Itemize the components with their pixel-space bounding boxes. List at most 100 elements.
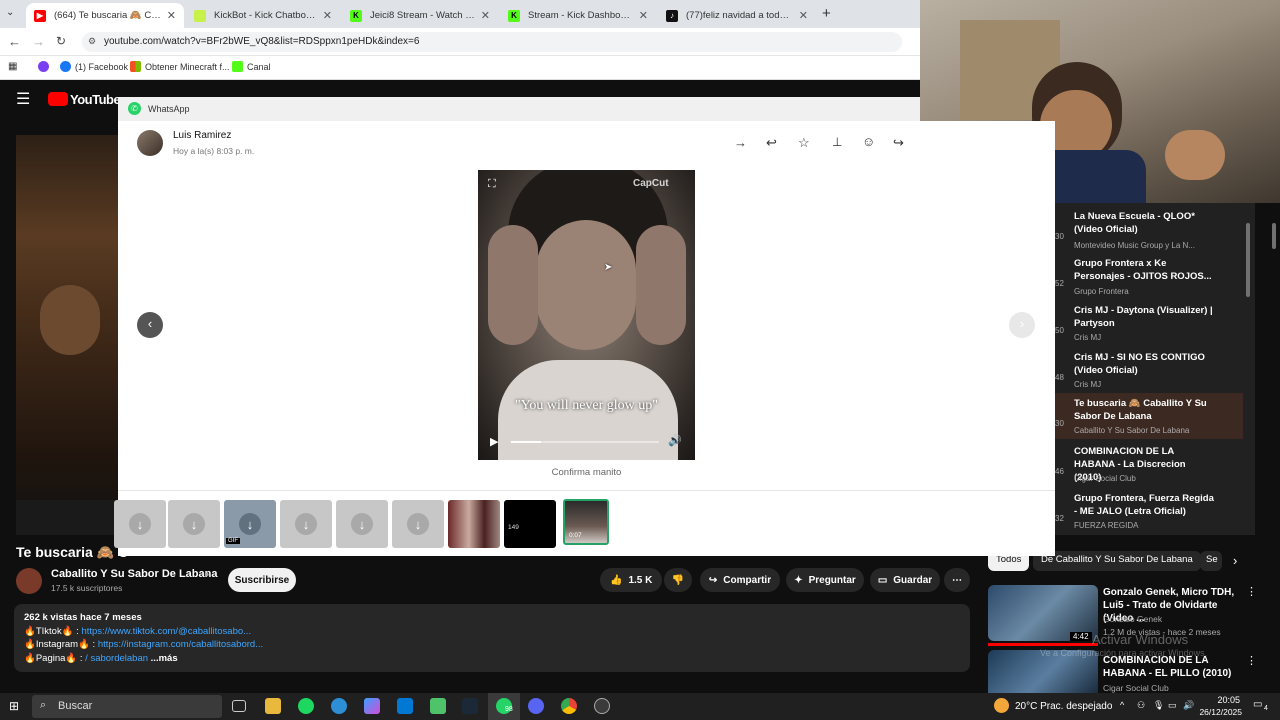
tiktok-link[interactable]: https://www.tiktok.com/@caballitosabo... [81,626,251,637]
store-icon[interactable] [430,698,446,714]
instagram-link[interactable]: https://instagram.com/caballitosabord... [98,639,263,650]
close-tab-icon[interactable]: ✕ [799,9,808,22]
youtube-logo-text[interactable]: YouTube [70,92,121,107]
file-explorer-icon[interactable] [265,698,281,714]
playlist-item[interactable]: 46 COMBINACION DE LA HABANA - La Discreci… [1055,441,1245,487]
media-thumbnail-selected[interactable]: 0:07 [563,499,609,545]
pin-icon[interactable]: ⊥ [832,135,842,149]
menu-icon[interactable]: ☰ [16,89,30,109]
media-thumbnail[interactable]: ↓ [336,500,388,548]
bookmark-canal[interactable]: Canal [232,61,271,72]
new-tab-icon[interactable]: + [822,5,831,22]
video-player[interactable]: ⛶ CapCut "You will never glow up" ▶ 🔊 [478,170,695,460]
volume-icon[interactable]: 🔊 [1183,700,1194,711]
obs-icon[interactable] [594,698,610,714]
youtube-logo-icon[interactable] [48,92,68,106]
forward-icon[interactable]: → [734,135,747,150]
tray-app-icon[interactable]: ⚇ [1137,700,1145,711]
more-actions-button[interactable]: ⋯ [944,568,970,592]
share-button[interactable]: ↪ Compartir [700,568,780,592]
volume-icon[interactable]: 🔊 [668,434,682,447]
bookmark-facebook[interactable]: (1) Facebook [60,61,128,72]
spotify-icon[interactable] [298,698,314,714]
emoji-icon[interactable]: ☺ [862,134,875,149]
like-button[interactable]: 👍 1.5 K [600,568,662,592]
tab-youtube[interactable]: ▶ (664) Te buscaria 🙈 Caballito Y ✕ [26,3,184,28]
whatsapp-taskbar-button[interactable]: 98 [488,693,520,720]
more-icon[interactable]: ⋮ [1246,654,1257,667]
tab-kick-stream[interactable]: K Jeici8 Stream - Watch Live on K ✕ [342,3,498,28]
media-thumbnail[interactable]: ↓ [280,500,332,548]
chevron-right-icon[interactable]: › [1233,553,1237,568]
steam-icon[interactable] [462,698,478,714]
apps-icon[interactable]: ▦ [8,61,17,72]
forward-icon[interactable]: → [32,34,45,49]
ask-button[interactable]: ✦ Preguntar [786,568,864,592]
page-scrollbar[interactable] [1272,223,1276,249]
reload-icon[interactable]: ↻ [56,34,66,48]
previous-media-button[interactable]: ‹ [137,312,163,338]
playlist-item[interactable]: 50 Cris MJ - Daytona (Visualizer) | Party… [1055,300,1245,346]
tab-tiktok[interactable]: ♪ (77)feliz navidad a todos y un p ✕ [658,3,816,28]
discord-icon[interactable] [528,698,544,714]
start-icon[interactable]: ⊞ [9,699,19,713]
close-tab-icon[interactable]: ✕ [323,9,332,22]
playlist-scrollbar[interactable] [1246,223,1250,297]
chip-channel[interactable]: De Caballito Y Su Sabor De Labana [1033,551,1201,571]
weather-icon[interactable] [994,698,1009,713]
dislike-button[interactable]: 👎 [664,568,692,592]
close-tab-icon[interactable]: ✕ [639,9,648,22]
copilot-icon[interactable] [364,698,380,714]
playlist-item[interactable]: 32 Grupo Frontera, Fuerza Regida - ME JAL… [1055,488,1245,534]
media-thumbnail[interactable]: ↓ [168,500,220,548]
channel-name[interactable]: Caballito Y Su Sabor De Labana [51,568,217,580]
weather-text[interactable]: 20°C Prac. despejado [1015,701,1112,712]
task-view-icon[interactable] [232,700,246,712]
media-thumbnail[interactable]: ↓ [114,500,166,548]
video-seekbar[interactable] [511,441,659,443]
site-info-icon[interactable]: ⚙ [88,36,96,47]
chrome-icon[interactable] [561,698,577,714]
youtube-video-player[interactable] [16,135,120,535]
clock-time[interactable]: 20:05 [1210,695,1240,705]
chip-more[interactable]: Se [1200,551,1222,571]
tab-kickbot[interactable]: KickBot - Kick Chatbot, Alerts, T ✕ [186,3,340,28]
close-tab-icon[interactable]: ✕ [167,9,176,22]
media-thumbnail[interactable]: ↓ GIF [224,500,276,548]
media-thumbnail[interactable]: ↓ [392,500,444,548]
star-icon[interactable]: ☆ [798,135,810,151]
reply-icon[interactable]: ↩ [766,135,777,151]
media-thumbnail-photo[interactable] [448,500,500,548]
next-media-button[interactable]: › [1009,312,1035,338]
playlist-item-current[interactable]: 30 Te buscaria 🙈 Caballito Y Su Sabor De … [1055,393,1243,439]
sender-avatar[interactable] [137,130,163,156]
messenger-icon[interactable] [38,61,53,72]
playlist-item[interactable]: 52 Grupo Frontera x Ke Personajes - OJITO… [1055,253,1245,299]
playlist-item[interactable]: 48 Cris MJ - SI NO ES CONTIGO (Video Ofic… [1055,347,1245,393]
video-description[interactable]: 262 k vistas hace 7 meses 🔥TIktok🔥 : htt… [14,604,970,672]
back-icon[interactable]: ← [8,34,21,49]
save-button[interactable]: ▭ Guardar [870,568,940,592]
url-input[interactable]: ⚙ youtube.com/watch?v=BFr2bWE_vQ8&list=R… [82,32,902,52]
fullscreen-icon[interactable]: ⛶ [488,178,496,191]
show-more[interactable]: ...más [151,653,178,664]
close-tab-icon[interactable]: ✕ [481,9,490,22]
tab-list-icon[interactable]: ⌄ [6,7,20,21]
clock-date[interactable]: 26/12/2025 [1196,707,1242,717]
channel-avatar[interactable] [16,568,42,594]
outlook-icon[interactable] [397,698,413,714]
tray-chevron-icon[interactable]: ^ [1120,700,1124,710]
subscribe-button[interactable]: Suscribirse [228,568,296,592]
network-icon[interactable]: ▭ [1168,700,1177,711]
facebook-link[interactable]: / sabordelaban [85,653,148,664]
bookmark-minecraft[interactable]: Obtener Minecraft f... [130,61,230,72]
microphone-icon[interactable]: 🎙 [1153,700,1164,711]
notification-icon[interactable]: ▭ [1253,699,1262,710]
more-icon[interactable]: ⋮ [1246,585,1257,598]
playlist-item[interactable]: 30 La Nueva Escuela - QLOO* (Video Oficia… [1055,206,1245,252]
media-thumbnail-video[interactable]: 149 [504,500,556,548]
edge-icon[interactable] [331,698,347,714]
play-icon[interactable]: ▶ [490,435,498,448]
share-icon[interactable]: ↪ [893,135,904,151]
tab-kick-dashboard[interactable]: K Stream - Kick Dashboard ✕ [500,3,656,28]
